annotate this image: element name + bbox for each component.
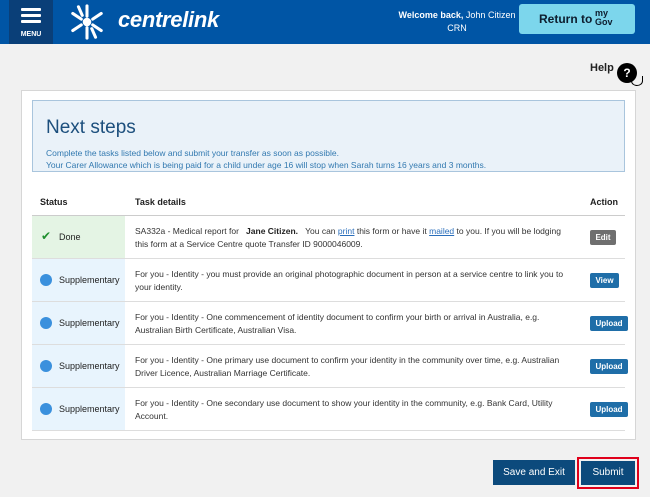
edit-button[interactable]: Edit	[590, 230, 616, 245]
table-row: ✔ Done SA332a - Medical report for Jane …	[32, 216, 625, 259]
next-steps-notice: Your Carer Allowance which is being paid…	[46, 160, 487, 170]
welcome-greeting: Welcome back,	[398, 10, 464, 20]
top-header: MENU centrelink Welcome back, John Citiz…	[0, 0, 650, 44]
status-cell: Supplementary	[32, 388, 125, 430]
next-steps-card: Next steps Complete the tasks listed bel…	[21, 90, 636, 440]
task-text: this form or have it	[356, 226, 427, 236]
blue-dot-icon	[40, 317, 52, 329]
status-column-header: Status	[40, 197, 68, 207]
task-details: For you - Identity - One secondary use d…	[135, 398, 553, 421]
blue-dot-icon	[40, 360, 52, 372]
action-column-header: Action	[590, 197, 618, 207]
status-cell: Supplementary	[32, 259, 125, 301]
task-details: For you - Identity - One primary use doc…	[135, 355, 560, 378]
blue-dot-icon	[40, 403, 52, 415]
task-details: For you - Identity - you must provide an…	[135, 269, 564, 292]
status-text: Supplementary	[59, 404, 120, 414]
tasks-table: Status Task details Action ✔ Done SA332a…	[32, 188, 628, 431]
task-column-header: Task details	[135, 197, 186, 207]
status-text: Supplementary	[59, 361, 120, 371]
hamburger-icon	[21, 8, 41, 26]
save-and-exit-button[interactable]: Save and Exit	[493, 460, 575, 485]
status-text: Done	[59, 232, 81, 242]
upload-button[interactable]: Upload	[590, 316, 628, 331]
check-icon: ✔	[41, 229, 52, 243]
menu-button[interactable]: MENU	[9, 0, 53, 44]
next-steps-title: Next steps	[46, 117, 136, 138]
blue-dot-icon	[40, 274, 52, 286]
crn-label: CRN	[447, 23, 467, 33]
person-name: Jane Citizen.	[246, 226, 299, 236]
welcome-message: Welcome back, John Citizen CRN	[395, 9, 519, 35]
view-button[interactable]: View	[590, 273, 619, 288]
table-header: Status Task details Action	[32, 188, 625, 216]
upload-button[interactable]: Upload	[590, 359, 628, 374]
mygov-logo-icon: my Gov	[595, 9, 613, 27]
next-steps-panel: Next steps Complete the tasks listed bel…	[32, 100, 625, 172]
status-cell: Supplementary	[32, 302, 125, 344]
table-row: Supplementary For you - Identity - One p…	[32, 345, 628, 388]
task-text: SA332a - Medical report for	[135, 226, 239, 236]
task-text: You can	[305, 226, 336, 236]
menu-label: MENU	[20, 31, 42, 38]
help-icon-tail	[631, 76, 643, 86]
help-link[interactable]: Help	[590, 62, 614, 74]
mygov-logo-gov: Gov	[595, 17, 613, 27]
table-row: Supplementary For you - Identity - One s…	[32, 388, 628, 431]
centrelink-star-logo-icon[interactable]	[68, 3, 106, 41]
print-link[interactable]: print	[338, 226, 355, 236]
user-name: John Citizen	[465, 10, 516, 20]
status-cell: Supplementary	[32, 345, 125, 387]
return-to-mygov-button[interactable]: Return to my Gov	[519, 4, 635, 34]
status-cell: ✔ Done	[32, 216, 125, 258]
submit-highlight: Submit	[577, 457, 639, 489]
next-steps-instruction: Complete the tasks listed below and subm…	[46, 148, 339, 158]
return-to-label: Return to	[539, 12, 593, 26]
status-text: Supplementary	[59, 318, 120, 328]
upload-button[interactable]: Upload	[590, 402, 628, 417]
centrelink-logo-text[interactable]: centrelink	[118, 7, 219, 33]
task-details: For you - Identity - One commencement of…	[135, 312, 540, 335]
submit-button[interactable]: Submit	[581, 461, 635, 485]
mailed-link[interactable]: mailed	[429, 226, 454, 236]
table-row: Supplementary For you - Identity - you m…	[32, 259, 625, 302]
table-row: Supplementary For you - Identity - One c…	[32, 302, 628, 345]
status-text: Supplementary	[59, 275, 120, 285]
task-details: SA332a - Medical report for Jane Citizen…	[135, 225, 568, 251]
